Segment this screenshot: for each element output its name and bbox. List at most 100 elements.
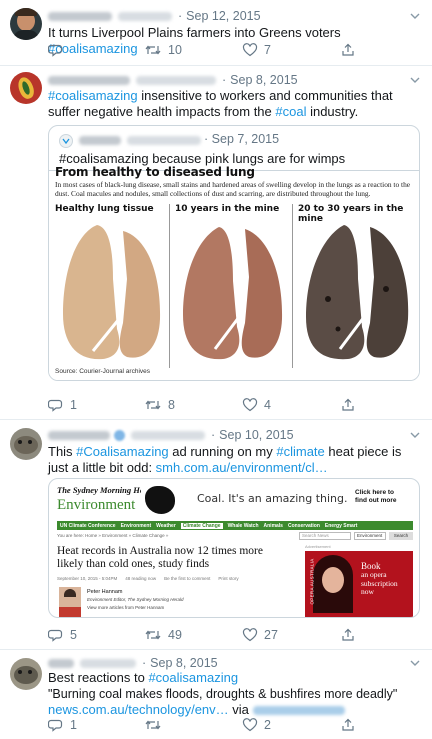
display-name[interactable] bbox=[48, 11, 112, 21]
article-headline[interactable]: Heat records in Australia now 12 times m… bbox=[57, 545, 289, 571]
tweet-date[interactable]: Sep 8, 2015 bbox=[230, 73, 297, 87]
like-count: 2 bbox=[264, 718, 271, 732]
avatar[interactable] bbox=[10, 658, 42, 690]
share-button[interactable] bbox=[340, 397, 356, 413]
search-input[interactable]: Search News bbox=[299, 532, 351, 540]
reply-count: 1 bbox=[70, 398, 77, 412]
tweet-header: · Sep 8, 2015 bbox=[48, 655, 218, 671]
nav-item[interactable]: Climate Change bbox=[180, 522, 223, 529]
retweet-button[interactable]: 49 bbox=[144, 627, 182, 643]
nav-item[interactable]: Animals bbox=[264, 523, 283, 529]
opera-line: an opera subscription now bbox=[361, 570, 398, 596]
article-date: September 10, 2015 - 5:04PM bbox=[57, 576, 118, 581]
reply-button[interactable]: 1 bbox=[48, 397, 77, 413]
print-story[interactable]: Print story bbox=[218, 576, 238, 581]
display-name[interactable] bbox=[48, 658, 74, 668]
reply-icon bbox=[48, 719, 63, 732]
article-screenshot[interactable]: The Sydney Morning Herald Environment Co… bbox=[48, 478, 420, 618]
share-icon bbox=[342, 628, 354, 641]
author-photo bbox=[59, 587, 81, 617]
reply-button[interactable] bbox=[48, 42, 70, 58]
quoted-avatar bbox=[59, 134, 73, 148]
thirty-years-lung-image bbox=[306, 225, 409, 360]
first-comment[interactable]: Be the first to comment bbox=[164, 576, 210, 581]
coal-lump-image bbox=[145, 486, 175, 514]
url-link[interactable]: news.com.au/technology/env… bbox=[48, 702, 229, 717]
tweet[interactable]: · Sep 12, 2015 It turns Liverpool Plains… bbox=[0, 0, 432, 66]
breadcrumb: You are here: Home » Environment » Clima… bbox=[57, 533, 169, 538]
avatar[interactable] bbox=[10, 8, 42, 40]
share-icon bbox=[342, 718, 354, 731]
hashtag-link[interactable]: #climate bbox=[276, 444, 324, 459]
reply-button[interactable]: 5 bbox=[48, 627, 77, 643]
chevron-down-icon[interactable] bbox=[410, 11, 420, 21]
tweet[interactable]: · Sep 10, 2015 This #Coalisamazing ad ru… bbox=[0, 420, 432, 650]
username[interactable] bbox=[131, 430, 205, 440]
like-button[interactable]: 2 bbox=[242, 717, 271, 733]
search-scope-select[interactable]: Environment bbox=[354, 532, 386, 540]
nav-item[interactable]: Energy Smart bbox=[325, 523, 358, 529]
author-more-link[interactable]: View more articles from Peter Hannam bbox=[87, 605, 164, 610]
infographic-intro: In most cases of black-lung disease, sma… bbox=[55, 180, 411, 198]
nav-item[interactable]: UN Climate Conference bbox=[60, 523, 116, 529]
author-name[interactable]: Peter Hannam bbox=[87, 589, 122, 595]
hashtag-link[interactable]: #coalisamazing bbox=[148, 670, 238, 685]
nav-item[interactable]: Environment bbox=[121, 523, 152, 529]
like-button[interactable]: 27 bbox=[242, 627, 278, 643]
avatar[interactable] bbox=[10, 72, 42, 104]
like-button[interactable]: 7 bbox=[242, 42, 271, 58]
heart-icon bbox=[242, 398, 258, 412]
username[interactable] bbox=[118, 11, 172, 21]
author-role: Environment Editor, The Sydney Morning H… bbox=[87, 597, 184, 602]
article-meta: September 10, 2015 - 5:04PM 48 reading n… bbox=[57, 576, 297, 581]
avatar[interactable] bbox=[10, 428, 42, 460]
panel-label: Healthy lung tissue bbox=[55, 204, 154, 214]
like-button[interactable]: 4 bbox=[242, 397, 271, 413]
retweet-button[interactable]: 8 bbox=[144, 397, 175, 413]
coal-ad-banner[interactable]: Coal. It's an amazing thing. Click here … bbox=[141, 483, 413, 517]
section-title: Environment bbox=[57, 497, 136, 513]
tweet-header: · Sep 12, 2015 bbox=[48, 8, 261, 24]
nav-item[interactable]: Conservation bbox=[288, 523, 320, 529]
tweet-date[interactable]: Sep 10, 2015 bbox=[219, 428, 293, 442]
coal-ad-cta[interactable]: Click here to find out more bbox=[355, 489, 407, 505]
quoted-date: Sep 7, 2015 bbox=[211, 132, 280, 146]
tweet-date[interactable]: Sep 8, 2015 bbox=[150, 656, 217, 670]
url-link[interactable]: smh.com.au/environment/cl… bbox=[156, 460, 328, 475]
opera-ad[interactable]: OPERA AUSTRALIA Book an opera subscripti… bbox=[305, 551, 413, 617]
username[interactable] bbox=[80, 658, 136, 668]
hashtag-link[interactable]: #coal bbox=[275, 104, 306, 119]
share-icon bbox=[342, 43, 354, 56]
search-button[interactable]: Search bbox=[389, 532, 413, 540]
share-button[interactable] bbox=[340, 627, 356, 643]
via-account[interactable] bbox=[252, 706, 345, 716]
advertisement-label: Advertisement bbox=[305, 544, 331, 549]
panel-divider bbox=[169, 204, 170, 368]
chevron-down-icon[interactable] bbox=[410, 430, 420, 440]
quoted-tweet[interactable]: · Sep 7, 2015 #coalisamazing because pin… bbox=[48, 125, 420, 381]
hashtag-link[interactable]: #Coalisamazing bbox=[76, 444, 169, 459]
reply-button[interactable]: 1 bbox=[48, 717, 77, 733]
lung-infographic[interactable]: From healthy to diseased lung In most ca… bbox=[49, 165, 419, 380]
nav-item[interactable]: Weather bbox=[156, 523, 176, 529]
heart-icon bbox=[242, 628, 258, 642]
tweet[interactable]: · Sep 8, 2015 Best reactions to #coalisa… bbox=[0, 650, 432, 739]
reply-icon bbox=[48, 629, 63, 642]
quoted-line: "Burning coal makes floods, droughts & b… bbox=[48, 687, 398, 701]
tweet-date[interactable]: Sep 12, 2015 bbox=[186, 9, 260, 23]
retweet-button[interactable]: 10 bbox=[144, 42, 182, 58]
tweet[interactable]: · Sep 8, 2015 #coalisamazing insensitive… bbox=[0, 66, 432, 420]
nav-item[interactable]: Whale Watch bbox=[228, 523, 259, 529]
share-button[interactable] bbox=[340, 717, 356, 733]
tweet-text-part: ad running on my bbox=[168, 444, 277, 459]
tweet-actions: 5 49 27 bbox=[48, 627, 420, 647]
username[interactable] bbox=[136, 75, 216, 85]
chevron-down-icon[interactable] bbox=[410, 658, 420, 668]
share-button[interactable] bbox=[340, 42, 356, 58]
display-name[interactable] bbox=[48, 430, 110, 440]
tweet-header: · Sep 10, 2015 bbox=[48, 427, 294, 443]
chevron-down-icon[interactable] bbox=[410, 75, 420, 85]
retweet-button[interactable] bbox=[144, 717, 168, 733]
hashtag-link[interactable]: #coalisamazing bbox=[48, 88, 138, 103]
display-name[interactable] bbox=[48, 75, 130, 85]
